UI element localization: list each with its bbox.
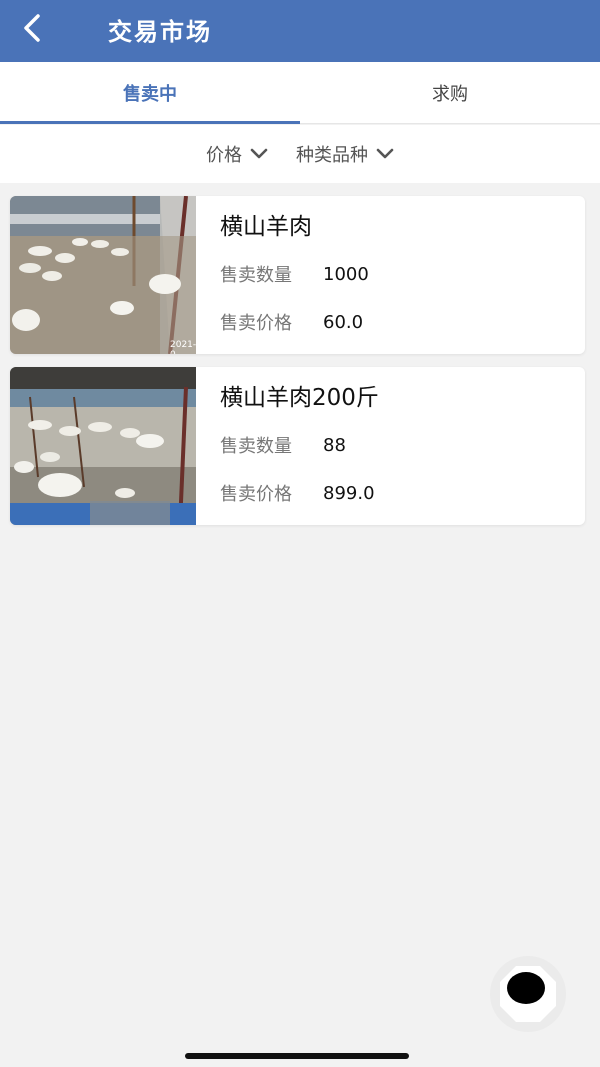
quantity-value: 1000 (323, 263, 369, 285)
chevron-left-icon (24, 14, 40, 42)
tab-bar: 售卖中 求购 (0, 62, 600, 124)
home-indicator (185, 1053, 409, 1059)
listing-photo (10, 367, 196, 525)
quantity-label: 售卖数量 (220, 265, 292, 286)
price-label: 售卖价格 (220, 484, 292, 505)
listing-card[interactable]: 横山羊肉200斤 售卖数量 88 售卖价格 899.0 (10, 367, 585, 525)
listing-info: 横山羊肉 售卖数量 1000 售卖价格 60.0 (196, 196, 369, 354)
listing-card[interactable]: 2021-0 横山羊肉 售卖数量 1000 售卖价格 60.0 (10, 196, 585, 354)
app-header: 交易市场 (0, 0, 600, 62)
listing-title: 横山羊肉 (220, 214, 312, 240)
listing-photo: 2021-0 (10, 196, 196, 354)
listing-info: 横山羊肉200斤 售卖数量 88 售卖价格 899.0 (196, 367, 379, 525)
floating-assistive-button[interactable] (488, 954, 568, 1034)
quantity-label: 售卖数量 (220, 436, 292, 457)
price-value: 899.0 (323, 482, 375, 504)
assistive-touch-icon (490, 956, 566, 1032)
listing-list: 2021-0 横山羊肉 售卖数量 1000 售卖价格 60.0 (10, 196, 585, 538)
tab-selling[interactable]: 售卖中 (0, 62, 300, 124)
filter-bar: 价格 种类品种 (0, 125, 600, 183)
price-filter-label: 价格 (206, 145, 242, 166)
price-row: 售卖价格 899.0 (220, 469, 379, 517)
chevron-down-icon (250, 148, 268, 159)
back-button[interactable] (14, 10, 50, 46)
tab-buying[interactable]: 求购 (300, 62, 600, 123)
quantity-row: 售卖数量 88 (220, 421, 379, 469)
price-value: 60.0 (323, 311, 364, 333)
page-title: 交易市场 (108, 18, 212, 46)
quantity-value: 88 (323, 434, 346, 456)
price-row: 售卖价格 60.0 (220, 298, 369, 346)
quantity-row: 售卖数量 1000 (220, 250, 369, 298)
price-label: 售卖价格 (220, 313, 292, 334)
category-filter[interactable]: 种类品种 (296, 141, 394, 167)
listing-title: 横山羊肉200斤 (220, 385, 379, 411)
photo-timestamp: 2021-0 (170, 340, 196, 354)
chevron-down-icon (376, 148, 394, 159)
category-filter-label: 种类品种 (296, 145, 368, 166)
price-filter[interactable]: 价格 (206, 141, 268, 167)
